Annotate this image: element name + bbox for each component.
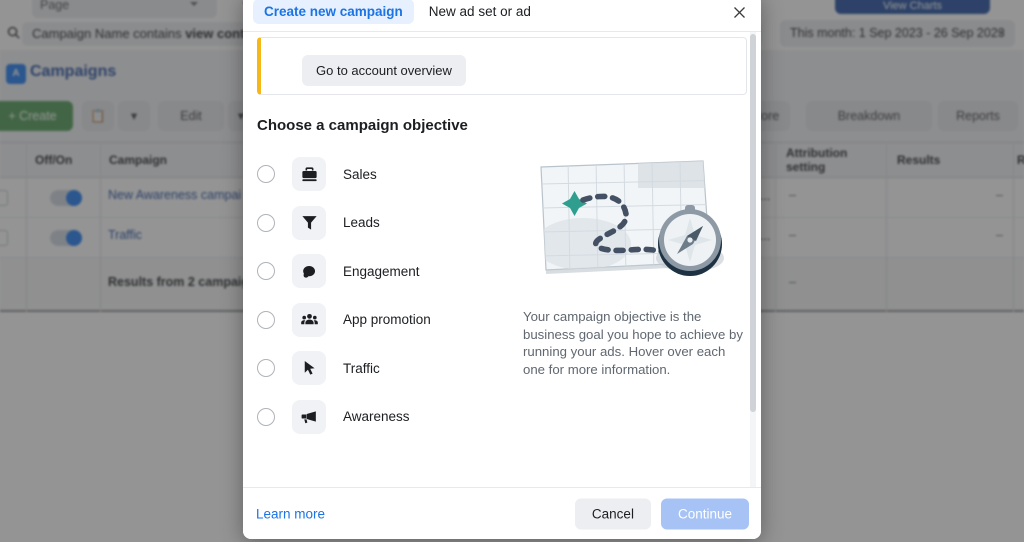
objective-label: Sales [343, 166, 377, 182]
objective-list: Sales Leads Engagement App promotion Tra… [257, 150, 507, 441]
dialog-header: Create new campaign New ad set or ad [243, 0, 761, 32]
objective-option-sales[interactable]: Sales [257, 150, 507, 199]
dialog-tabs: Create new campaign New ad set or ad [253, 0, 542, 24]
objective-option-awareness[interactable]: Awareness [257, 393, 507, 442]
objective-radio[interactable] [257, 359, 275, 378]
objective-section-title: Choose a campaign objective [257, 117, 468, 134]
objective-radio[interactable] [257, 407, 275, 426]
close-icon [733, 6, 745, 18]
account-overview-notice: Go to account overview [257, 37, 747, 95]
objective-option-traffic[interactable]: Traffic [257, 344, 507, 393]
dialog-footer: Learn more Cancel Continue [243, 487, 761, 539]
map-with-compass-illustration [538, 158, 732, 286]
objective-option-engagement[interactable]: Engagement [257, 247, 507, 296]
briefcase-icon [292, 157, 326, 192]
objective-label: App promotion [343, 312, 431, 328]
people-group-icon [292, 302, 326, 337]
tab-create-new-campaign[interactable]: Create new campaign [253, 0, 414, 24]
dialog-body: Go to account overview Choose a campaign… [243, 32, 761, 487]
funnel-icon [292, 205, 326, 240]
megaphone-icon [292, 399, 326, 434]
objective-radio[interactable] [257, 262, 275, 281]
objective-radio[interactable] [257, 310, 275, 329]
objective-radio[interactable] [257, 165, 275, 184]
chat-bubbles-icon [292, 254, 326, 289]
objective-info-panel: Your campaign objective is the business … [507, 150, 747, 441]
learn-more-link[interactable]: Learn more [256, 506, 325, 521]
close-button[interactable] [725, 0, 753, 26]
go-to-account-overview-button[interactable]: Go to account overview [302, 55, 466, 86]
objective-description: Your campaign objective is the business … [523, 309, 743, 377]
screen: Page View Charts Campaign Name contains … [0, 0, 1024, 542]
objective-label: Awareness [343, 409, 410, 425]
tab-new-ad-set-or-ad[interactable]: New ad set or ad [418, 0, 542, 24]
cursor-arrow-icon [292, 351, 326, 386]
objective-option-app-promotion[interactable]: App promotion [257, 296, 507, 345]
objective-label: Engagement [343, 263, 420, 279]
dialog-scrollbar-thumb[interactable] [750, 34, 756, 412]
create-campaign-dialog: Create new campaign New ad set or ad Go … [243, 0, 761, 539]
continue-button[interactable]: Continue [660, 498, 749, 529]
objective-radio[interactable] [257, 213, 275, 232]
objective-label: Traffic [343, 360, 380, 376]
cancel-button[interactable]: Cancel [574, 498, 651, 529]
objective-option-leads[interactable]: Leads [257, 199, 507, 248]
objective-label: Leads [343, 215, 380, 231]
